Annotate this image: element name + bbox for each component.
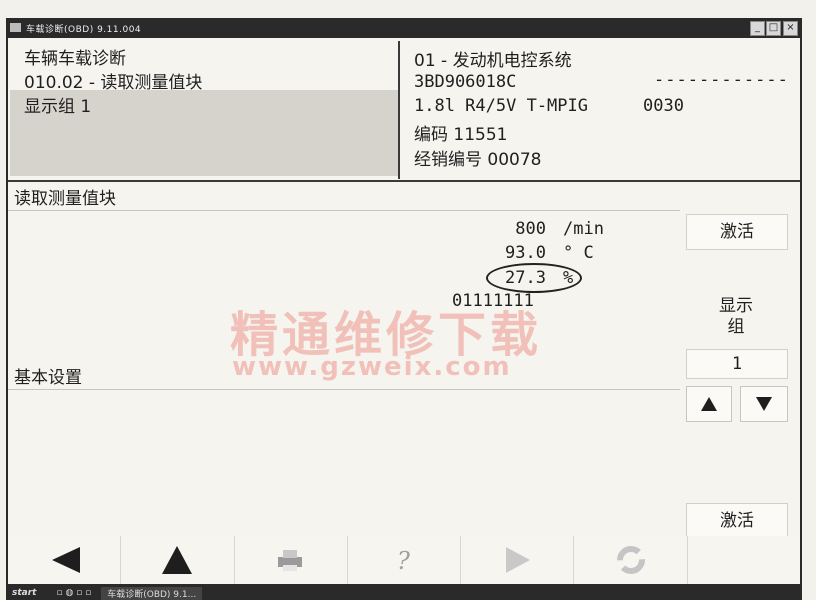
play-button[interactable] xyxy=(461,536,575,584)
bottom-toolbar: ? xyxy=(8,536,800,584)
measured-unit-1: /min xyxy=(563,219,604,239)
dealer-number: 经销编号 00078 xyxy=(414,150,542,170)
part-number: 3BD906018C xyxy=(414,72,517,92)
group-down-button[interactable] xyxy=(740,386,788,422)
app-icon xyxy=(10,23,21,32)
measured-value-2: 93.0 xyxy=(505,243,546,263)
section-measured-values-title: 读取测量值块 xyxy=(14,189,116,209)
taskbar-task-obd[interactable]: 车载诊断(OBD) 9.1... xyxy=(101,586,203,600)
print-icon xyxy=(277,550,302,571)
group-up-button[interactable] xyxy=(686,386,732,422)
arrow-down-icon xyxy=(756,397,772,411)
group-number-field[interactable]: 1 xyxy=(686,349,788,379)
minimize-button[interactable]: _ xyxy=(750,21,765,36)
print-button[interactable] xyxy=(234,536,348,584)
toolbar-empty-slot xyxy=(687,536,800,584)
control-unit-label: 01 - 发动机电控系统 xyxy=(414,51,572,71)
header-title: 车辆车载诊断 xyxy=(24,49,126,69)
part-number-dashes: ------------ xyxy=(654,70,789,90)
arrow-up-icon xyxy=(162,546,193,574)
software-version: 0030 xyxy=(643,96,684,116)
os-taskbar: start ▫ ◍ ▫ ▫ 车载诊断(OBD) 9.1... xyxy=(6,586,802,600)
arrow-left-icon xyxy=(52,547,81,573)
section-basic-settings-title: 基本设置 xyxy=(14,368,82,388)
header-divider xyxy=(8,180,800,182)
section1-divider xyxy=(8,210,680,211)
quick-launch-icons: ▫ ◍ ▫ ▫ xyxy=(56,588,92,598)
function-label: 010.02 - 读取测量值块 xyxy=(24,73,203,93)
watermark-line2: www.gzweix.com xyxy=(232,352,512,382)
measured-value-1: 800 xyxy=(515,219,546,239)
arrow-up-icon xyxy=(701,397,717,411)
back-button[interactable] xyxy=(8,536,122,584)
window-titlebar: 车载诊断(OBD) 9.11.004 _ □ × xyxy=(6,18,802,38)
start-button[interactable]: start xyxy=(12,588,36,598)
section2-divider xyxy=(8,389,680,390)
activate-button-2[interactable]: 激活 xyxy=(686,503,788,539)
coding-label: 编码 11551 xyxy=(414,125,508,145)
measured-unit-2: ° C xyxy=(563,243,594,263)
refresh-button[interactable] xyxy=(574,536,688,584)
display-group-label[interactable]: 显示组 1 xyxy=(24,92,91,117)
close-button[interactable]: × xyxy=(783,21,798,36)
refresh-icon xyxy=(616,546,645,574)
svg-text:?: ? xyxy=(397,547,410,575)
highlight-circle xyxy=(486,263,582,293)
play-icon xyxy=(506,547,531,573)
help-button[interactable]: ? xyxy=(347,536,462,584)
engine-description: 1.8l R4/5V T-MPIG xyxy=(414,96,588,116)
activate-button[interactable]: 激活 xyxy=(686,214,788,250)
up-button[interactable] xyxy=(121,536,235,584)
display-group-label-line2: 组 xyxy=(727,317,745,337)
help-icon: ? xyxy=(397,547,410,575)
window-title: 车载诊断(OBD) 9.11.004 xyxy=(26,24,142,35)
maximize-button[interactable]: □ xyxy=(766,21,781,36)
